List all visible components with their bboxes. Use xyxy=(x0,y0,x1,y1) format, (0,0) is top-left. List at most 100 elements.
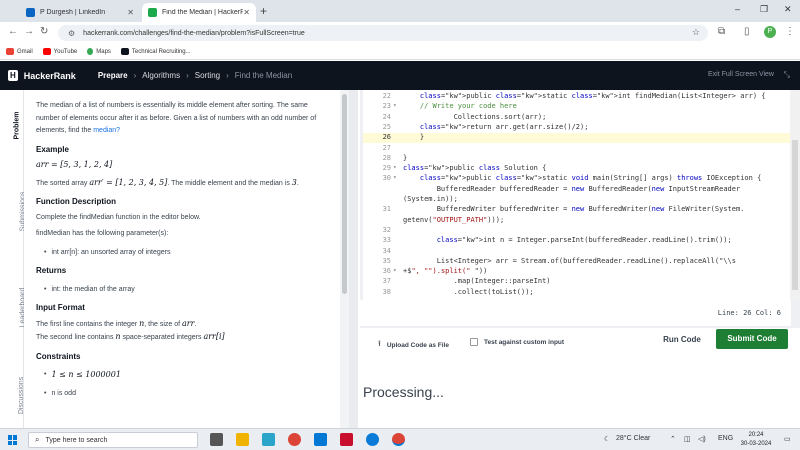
back-icon[interactable]: ← xyxy=(8,26,18,37)
code-line[interactable]: 28} xyxy=(363,154,791,164)
code-line[interactable]: 38 .collect(toList()); xyxy=(363,288,791,298)
fold-icon[interactable]: ▾ xyxy=(393,102,397,109)
crumb-sorting[interactable]: Sorting xyxy=(195,71,220,80)
reload-icon[interactable]: ↻ xyxy=(40,26,48,37)
upload-code-button[interactable]: ⭱ Upload Code as File xyxy=(378,338,449,352)
bookmark-star-icon[interactable]: ☆ xyxy=(692,27,700,38)
youtube-icon xyxy=(42,48,51,55)
chrome-icon[interactable] xyxy=(288,433,301,446)
notifications-icon[interactable]: ▭ xyxy=(784,435,791,443)
checkbox-box[interactable] xyxy=(470,338,478,346)
code-line[interactable]: 33 class="kw">int n = Integer.parseInt(b… xyxy=(363,236,791,246)
chevron-right-icon: › xyxy=(133,71,137,80)
weather-text[interactable]: 28°C Clear xyxy=(616,435,650,442)
fold-icon[interactable]: ▾ xyxy=(393,174,397,181)
editor-panel: 22 class="kw">public class="kw">static c… xyxy=(360,90,800,328)
tab-hackerrank[interactable]: Find the Median | HackerRank ✕ xyxy=(142,3,256,22)
edge-icon[interactable] xyxy=(366,433,379,446)
taskbar-search-input[interactable]: ⌕ Type here to search xyxy=(28,432,198,448)
input-line-1: The first line contains the integer n, t… xyxy=(36,318,197,328)
code-line[interactable]: 29 ▾ class="kw">public class Solution { xyxy=(363,164,791,174)
app-icon[interactable] xyxy=(262,433,275,446)
tab-leaderboard[interactable]: Leaderboard xyxy=(3,288,26,364)
code-line[interactable]: 22 class="kw">public class="kw">static c… xyxy=(363,92,791,102)
editor-scrollbar[interactable] xyxy=(790,90,800,300)
median-link[interactable]: median? xyxy=(93,127,120,134)
restore-icon[interactable]: ❐ xyxy=(760,4,768,15)
sidebar-icon[interactable]: ▯ xyxy=(744,26,750,37)
code-editor[interactable]: 22 class="kw">public class="kw">static c… xyxy=(363,90,791,300)
store-icon[interactable] xyxy=(314,433,327,446)
list-item: • int: the median of the array xyxy=(44,285,135,293)
line-number: 34 xyxy=(382,246,391,255)
code-line[interactable]: 24 Collections.sort(arr); xyxy=(363,113,791,123)
code-line[interactable]: (System.in)); xyxy=(363,195,791,205)
extensions-icon[interactable]: ⧉ xyxy=(718,26,725,37)
code-line[interactable]: getenv("OUTPUT_PATH"))); xyxy=(363,216,791,226)
code-line[interactable]: 36 ▾ +$", "").split(" ")) xyxy=(363,267,791,277)
crumb-prepare[interactable]: Prepare xyxy=(98,71,128,80)
bookmark-technical-recruiting[interactable]: Technical Recruiting... xyxy=(120,48,191,55)
url-text: hackerrank.com/challenges/find-the-media… xyxy=(83,29,305,37)
crumb-algorithms[interactable]: Algorithms xyxy=(142,71,180,80)
close-window-icon[interactable]: ✕ xyxy=(784,4,792,15)
file-explorer-icon[interactable] xyxy=(236,433,249,446)
code-line[interactable]: 37 .map(Integer::parseInt) xyxy=(363,277,791,287)
site-info-icon[interactable]: ⚙ xyxy=(68,29,75,38)
panel-divider[interactable] xyxy=(349,90,358,428)
code-text: (System.in)); xyxy=(403,195,458,203)
bookmark-maps[interactable]: Maps xyxy=(87,48,111,55)
run-code-button[interactable]: Run Code xyxy=(652,330,712,350)
exit-fullscreen-link[interactable]: Exit Full Screen View xyxy=(708,71,774,78)
tab-label: P Durgesh | LinkedIn xyxy=(40,9,106,16)
scrollbar-thumb[interactable] xyxy=(342,94,347,294)
code-line[interactable]: 35 List<Integer> arr = Stream.of(buffere… xyxy=(363,257,791,267)
network-icon[interactable]: ◫ xyxy=(684,435,691,443)
list-item: • 1 ≤ n ≤ 1000001 xyxy=(44,370,121,379)
url-input[interactable]: ⚙ hackerrank.com/challenges/find-the-med… xyxy=(58,25,708,41)
intro-text: The median of a list of numbers is essen… xyxy=(36,102,317,134)
code-line[interactable]: 23 ▾ // Write your code here xyxy=(363,102,791,112)
code-line[interactable]: 30 ▾ class="kw">public class="kw">static … xyxy=(363,174,791,184)
forward-icon[interactable]: → xyxy=(24,26,34,37)
new-tab-icon[interactable]: + xyxy=(260,4,267,18)
cursor-position: Line: 26 Col: 6 xyxy=(360,300,791,326)
tab-submissions[interactable]: Submissions xyxy=(3,192,26,268)
language-indicator[interactable]: ENG xyxy=(718,435,733,442)
fullscreen-icon[interactable]: ⤡ xyxy=(784,70,790,80)
close-icon[interactable]: ✕ xyxy=(127,8,134,17)
brand-name[interactable]: HackerRank xyxy=(24,71,76,81)
volume-icon[interactable]: ◁) xyxy=(698,435,706,443)
bookmark-youtube[interactable]: YouTube xyxy=(42,48,77,55)
code-line[interactable]: 26 } xyxy=(363,133,791,144)
bookmark-gmail[interactable]: Gmail xyxy=(6,48,33,55)
hackerrank-logo[interactable]: H xyxy=(8,70,18,81)
chrome-active-icon[interactable] xyxy=(392,433,405,446)
scrollbar-thumb[interactable] xyxy=(792,140,798,290)
minimize-icon[interactable]: – xyxy=(735,4,740,14)
code-line[interactable]: 31 BufferedWriter bufferedWriter = new B… xyxy=(363,205,791,215)
windows-start-icon[interactable] xyxy=(8,435,18,445)
problem-scrollbar[interactable] xyxy=(340,90,349,428)
clock[interactable]: 20:24 30-03-2024 xyxy=(738,431,774,449)
custom-input-checkbox[interactable]: Test against custom input xyxy=(470,338,564,346)
code-line[interactable]: 32 xyxy=(363,226,791,236)
line-number: 32 xyxy=(382,225,391,234)
task-view-icon[interactable] xyxy=(210,433,223,446)
close-icon[interactable]: ✕ xyxy=(243,8,250,17)
mcafee-icon[interactable] xyxy=(340,433,353,446)
tab-problem[interactable]: Problem xyxy=(3,111,21,162)
fold-icon[interactable]: ▾ xyxy=(393,267,397,274)
hackerrank-header: H HackerRank Prepare › Algorithms › Sort… xyxy=(0,61,800,90)
tray-chevron-icon[interactable]: ⌃ xyxy=(670,435,676,443)
menu-icon[interactable]: ⋮ xyxy=(785,26,795,37)
profile-avatar[interactable]: P xyxy=(764,26,776,38)
code-line[interactable]: 25 class="kw">return arr.get(arr.size()/… xyxy=(363,123,791,133)
code-line[interactable]: BufferedReader bufferedReader = new Buff… xyxy=(363,185,791,195)
submit-code-button[interactable]: Submit Code xyxy=(716,329,788,349)
tab-linkedin[interactable]: P Durgesh | LinkedIn ✕ xyxy=(20,3,140,22)
code-line[interactable]: 34 xyxy=(363,247,791,257)
code-line[interactable]: 27 xyxy=(363,144,791,154)
example-heading: Example xyxy=(36,144,69,154)
fold-icon[interactable]: ▾ xyxy=(393,164,397,171)
